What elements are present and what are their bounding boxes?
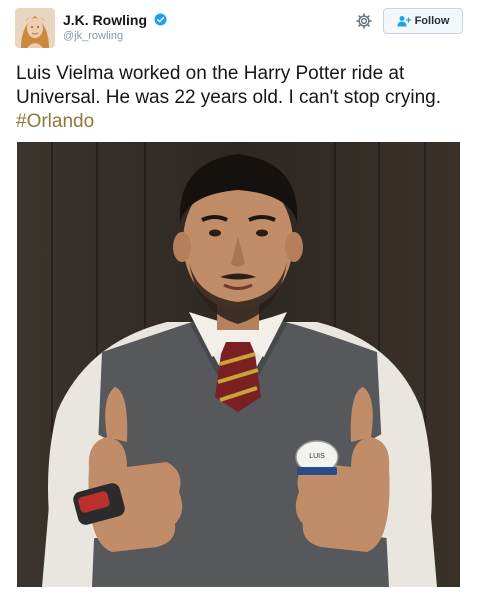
follow-label: Follow (414, 15, 450, 27)
username[interactable]: @jk_rowling (63, 30, 123, 42)
name-badge-text: LUIS (309, 453, 325, 460)
avatar[interactable] (15, 8, 55, 48)
photo-image: LUIS (17, 142, 460, 587)
follow-button[interactable]: Follow (383, 8, 463, 34)
tweet-body: Luis Vielma worked on the Harry Potter r… (16, 63, 441, 108)
avatar-image (15, 8, 55, 48)
author-name-row[interactable]: J.K. Rowling (63, 11, 167, 29)
tweet-photo[interactable]: LUIS (17, 142, 460, 587)
tweet-card: J.K. Rowling @jk_rowling Follow Luis Vie… (0, 0, 477, 595)
add-user-icon (397, 16, 411, 27)
hashtag-link[interactable]: #Orlando (16, 111, 94, 132)
gear-icon[interactable] (355, 12, 373, 30)
verified-badge-icon (154, 13, 167, 26)
display-name[interactable]: J.K. Rowling (63, 12, 147, 28)
tweet-text: Luis Vielma worked on the Harry Potter r… (16, 62, 466, 134)
